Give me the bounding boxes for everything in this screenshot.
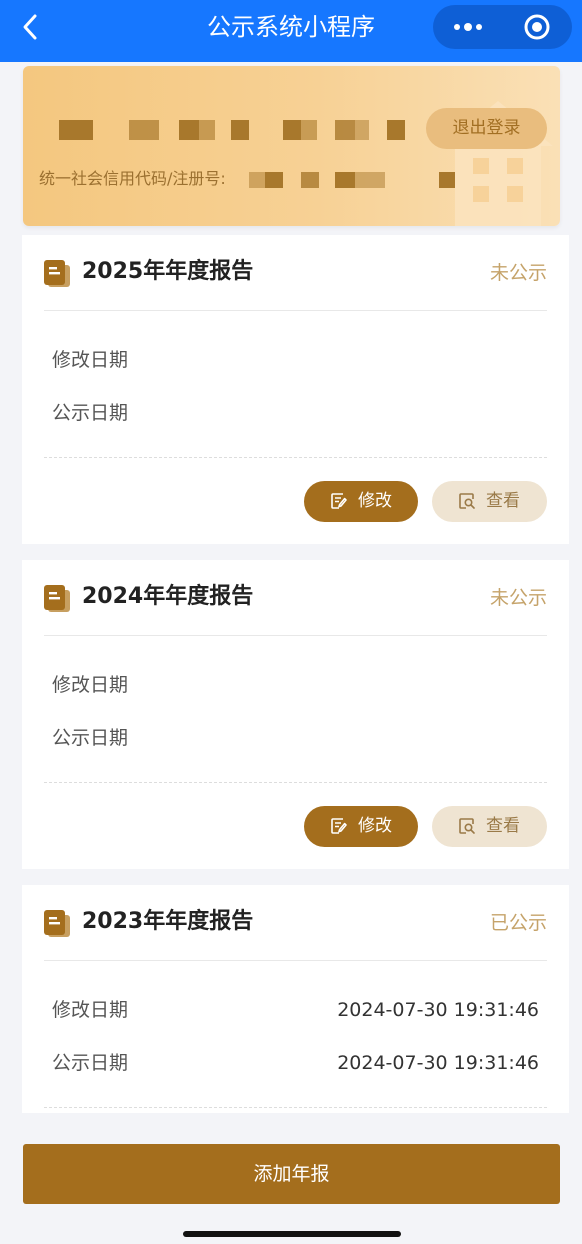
- card-header: 2023年年度报告 已公示: [44, 885, 547, 961]
- published-date-label: 公示日期: [52, 727, 129, 749]
- search-view-icon: [459, 818, 475, 834]
- home-indicator: [183, 1231, 401, 1237]
- view-button[interactable]: 查看: [432, 806, 547, 847]
- published-date-label: 公示日期: [52, 402, 129, 424]
- report-title: 2025年年度报告: [82, 259, 254, 284]
- modified-date-value: 2024-07-30 19:31:46: [337, 999, 539, 1021]
- modified-date-row: 修改日期 2024-07-30 19:31:46: [52, 995, 539, 1025]
- edit-button[interactable]: 修改: [304, 481, 418, 522]
- navigation-bar: 公示系统小程序: [0, 0, 582, 62]
- report-card-2025: 2025年年度报告 未公示 修改日期 公示日期 修改 查看: [22, 235, 569, 544]
- more-icon[interactable]: [451, 15, 485, 39]
- modified-date-label: 修改日期: [52, 349, 129, 371]
- published-date-label: 公示日期: [52, 1052, 129, 1074]
- view-button[interactable]: 查看: [432, 481, 547, 522]
- modified-date-row: 修改日期: [52, 670, 539, 700]
- card-header: 2024年年度报告 未公示: [44, 560, 547, 636]
- modified-date-label: 修改日期: [52, 674, 129, 696]
- add-annual-report-button[interactable]: 添加年报: [23, 1144, 560, 1204]
- published-date-row: 公示日期 2024-07-30 19:31:46: [52, 1048, 539, 1078]
- view-button-label: 查看: [486, 491, 520, 511]
- edit-button-label: 修改: [358, 491, 392, 511]
- edit-button-label: 修改: [358, 816, 392, 836]
- edit-icon: [331, 493, 347, 509]
- capsule-menu: [433, 5, 572, 49]
- close-target-icon[interactable]: [523, 13, 551, 41]
- search-view-icon: [459, 493, 475, 509]
- edit-icon: [331, 818, 347, 834]
- published-date-row: 公示日期: [52, 723, 539, 753]
- divider: [44, 782, 547, 783]
- report-card-2023: 2023年年度报告 已公示 修改日期 2024-07-30 19:31:46 公…: [22, 885, 569, 1113]
- document-icon: [44, 910, 70, 937]
- view-button-label: 查看: [486, 816, 520, 836]
- status-badge: 已公示: [489, 912, 547, 934]
- status-badge: 未公示: [489, 262, 547, 284]
- credit-code-redacted: [249, 172, 469, 188]
- status-badge: 未公示: [489, 587, 547, 609]
- modified-date-label: 修改日期: [52, 999, 129, 1021]
- credit-code-label: 统一社会信用代码/注册号:: [39, 169, 226, 188]
- modified-date-row: 修改日期: [52, 345, 539, 375]
- company-name-redacted: [57, 120, 417, 140]
- divider: [44, 1107, 547, 1108]
- document-icon: [44, 260, 70, 287]
- building-icon: [443, 101, 553, 226]
- report-title: 2024年年度报告: [82, 584, 254, 609]
- report-title: 2023年年度报告: [82, 909, 254, 934]
- card-header: 2025年年度报告 未公示: [44, 235, 547, 311]
- report-card-2024: 2024年年度报告 未公示 修改日期 公示日期 修改 查看: [22, 560, 569, 869]
- logout-button[interactable]: 退出登录: [426, 108, 547, 149]
- divider: [44, 457, 547, 458]
- published-date-value: 2024-07-30 19:31:46: [337, 1052, 539, 1074]
- edit-button[interactable]: 修改: [304, 806, 418, 847]
- published-date-row: 公示日期: [52, 398, 539, 428]
- company-banner: 退出登录 统一社会信用代码/注册号:: [23, 66, 560, 226]
- document-icon: [44, 585, 70, 612]
